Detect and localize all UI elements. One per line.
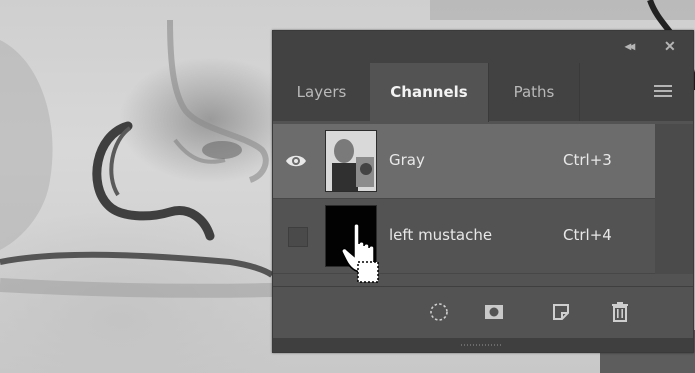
- channel-row-gray[interactable]: Gray Ctrl+3: [273, 124, 655, 199]
- close-icon[interactable]: ✕: [664, 39, 676, 53]
- channel-row-left-mustache[interactable]: left mustache Ctrl+4: [273, 199, 655, 274]
- drag-hand-cursor-icon: [342, 223, 379, 283]
- collapse-icon[interactable]: ◂◂: [625, 39, 635, 53]
- new-channel-icon[interactable]: [550, 301, 572, 323]
- channel-shortcut: Ctrl+4: [563, 226, 612, 244]
- panel-title-bar[interactable]: ◂◂ ✕: [273, 31, 693, 64]
- channel-list: Gray Ctrl+3 left mustache Ctrl+4: [273, 124, 655, 274]
- tab-channels[interactable]: Channels: [370, 63, 489, 122]
- save-selection-icon[interactable]: [483, 301, 505, 323]
- panel-scrollbar[interactable]: [655, 124, 693, 274]
- load-selection-icon[interactable]: [428, 301, 450, 323]
- panel-bottom-bar: [273, 286, 693, 337]
- visibility-toggle[interactable]: [288, 227, 308, 247]
- channels-panel: ◂◂ ✕ Layers Channels Paths Gray Ctrl+3 l…: [272, 30, 694, 353]
- panel-resize-grip[interactable]: [273, 338, 693, 352]
- channel-name: Gray: [389, 151, 425, 169]
- tab-layers[interactable]: Layers: [273, 63, 371, 121]
- eye-icon[interactable]: [285, 150, 307, 172]
- delete-channel-icon[interactable]: [609, 301, 631, 323]
- panel-menu-icon[interactable]: [654, 85, 672, 97]
- channel-name: left mustache: [389, 226, 493, 244]
- panel-tabs: Layers Channels Paths: [273, 63, 693, 122]
- tab-paths[interactable]: Paths: [489, 63, 580, 121]
- channel-shortcut: Ctrl+3: [563, 151, 612, 169]
- channel-thumbnail: [325, 130, 377, 192]
